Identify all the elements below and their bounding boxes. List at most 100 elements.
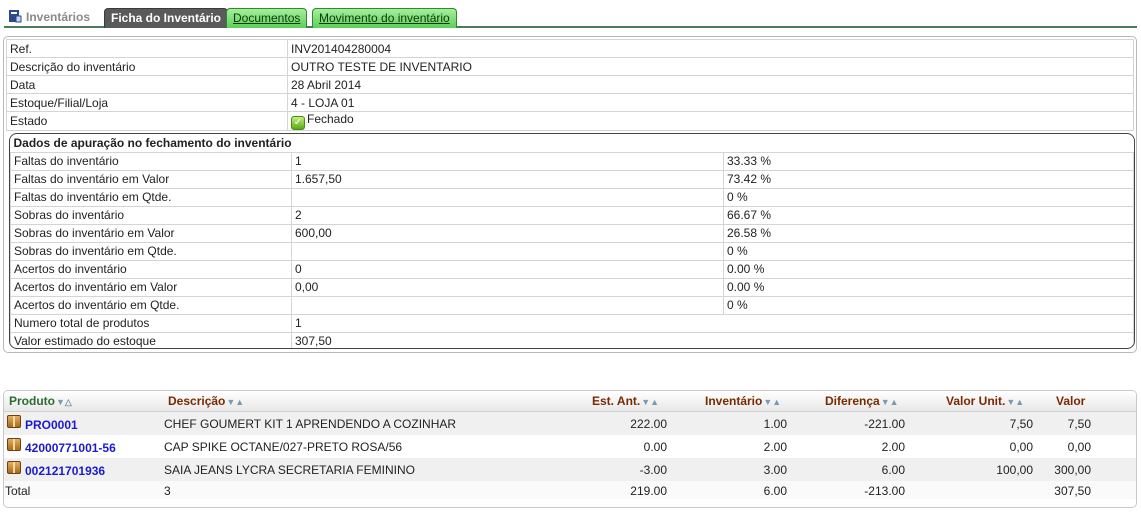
detail-value: ✓ Fechado — [287, 111, 1134, 131]
summary-percent: 0.00 % — [723, 259, 1134, 279]
col-label: Inventário — [705, 394, 763, 408]
product-valor-unit: 7,50 — [1009, 417, 1033, 431]
col-label: Diferença — [825, 394, 880, 408]
summary-row: Acertos do inventário em Qtde. 0 % — [10, 295, 1134, 315]
detail-label: Descrição do inventário — [6, 57, 288, 76]
product-box-icon — [7, 438, 21, 451]
total-valor: 307,50 — [1054, 484, 1091, 498]
sort-icon[interactable]: ▼▲ — [763, 397, 781, 407]
product-inventario: 3.00 — [763, 463, 787, 477]
sort-icon[interactable]: ▼▲ — [641, 397, 659, 407]
products-header: Produto▼△ Descrição▼▲ Est. Ant.▼▲ Invent… — [4, 391, 1136, 412]
product-valor-unit: 100,00 — [996, 463, 1033, 477]
inventory-details-panel: Ref. INV201404280004 Descrição do invent… — [3, 36, 1137, 353]
product-est-ant: 0.00 — [643, 440, 667, 454]
summary-row: Faltas do inventário em Qtde. 0 % — [10, 187, 1134, 207]
summary-value: 2 — [291, 205, 724, 225]
summary-percent: 33.33 % — [723, 151, 1134, 171]
product-code-link[interactable]: 42000771001-56 — [25, 441, 116, 455]
detail-value: INV201404280004 — [287, 39, 1134, 58]
product-code-link[interactable]: PRO0001 — [25, 418, 78, 432]
sort-icon[interactable]: ▼▲ — [226, 397, 244, 407]
summary-label: Sobras do inventário em Valor — [10, 223, 292, 243]
product-valor-unit: 0,00 — [1009, 440, 1033, 454]
summary-value: 600,00 — [291, 223, 724, 243]
tab-movimento[interactable]: Movimento do inventário — [312, 8, 457, 28]
summary-row: Acertos do inventário 0 0.00 % — [10, 259, 1134, 279]
summary-percent: 0 % — [723, 187, 1134, 207]
product-description: SAIA JEANS LYCRA SECRETARIA FEMININO — [164, 463, 415, 477]
summary-value — [291, 241, 724, 261]
summary-value — [291, 187, 724, 207]
details-table: Ref. INV201404280004 Descrição do invent… — [6, 39, 1134, 131]
tab-bar: Inventários Ficha do Inventário Document… — [4, 7, 1137, 28]
col-label: Descrição — [168, 394, 226, 408]
sort-icon[interactable]: ▼▲ — [881, 397, 899, 407]
summary-percent: 0 % — [723, 295, 1134, 315]
product-diferenca: 6.00 — [881, 463, 905, 477]
product-box-icon — [7, 415, 21, 428]
summary-value — [291, 295, 724, 315]
summary-value: 1 — [291, 151, 724, 171]
product-valor: 7,50 — [1067, 417, 1091, 431]
col-header-valor-unit[interactable]: Valor Unit.▼▲ — [946, 394, 1024, 408]
product-est-ant: 222.00 — [630, 417, 667, 431]
sort-icon[interactable]: ▼▲ — [1006, 397, 1024, 407]
summary-row: Acertos do inventário em Valor 0,00 0.00 % — [10, 277, 1134, 297]
tab-ficha[interactable]: Ficha do Inventário — [104, 8, 229, 28]
summary-label: Numero total de produtos — [10, 313, 292, 333]
col-label: Valor Unit. — [946, 394, 1006, 408]
col-label: Est. Ant. — [592, 394, 641, 408]
summary-label: Acertos do inventário — [10, 259, 292, 279]
detail-value: 4 - LOJA 01 — [287, 93, 1134, 112]
col-label: Produto — [9, 394, 55, 408]
summary-label: Sobras do inventário em Qtde. — [10, 241, 292, 261]
summary-value: 0 — [291, 259, 724, 279]
col-header-produto[interactable]: Produto▼△ — [9, 394, 72, 408]
product-inventario: 1.00 — [763, 417, 787, 431]
summary-percent: 26.58 % — [723, 223, 1134, 243]
total-row: Total 3 219.00 6.00 -213.00 307,50 — [4, 481, 1136, 499]
detail-label: Estado — [6, 111, 288, 131]
col-header-diferenca[interactable]: Diferença▼▲ — [825, 394, 899, 408]
summary-value: 0,00 — [291, 277, 724, 297]
product-est-ant: -3.00 — [639, 463, 667, 477]
summary-table: Dados de apuração no fechamento do inven… — [10, 134, 1134, 348]
col-header-est-ant[interactable]: Est. Ant.▼▲ — [592, 394, 659, 408]
detail-value: 28 Abril 2014 — [287, 75, 1134, 94]
summary-percent: 66.67 % — [723, 205, 1134, 225]
product-inventario: 2.00 — [763, 440, 787, 454]
product-code-link[interactable]: 002121701936 — [25, 464, 105, 478]
detail-value: OUTRO TESTE DE INVENTARIO — [287, 57, 1134, 76]
total-inventario: 6.00 — [763, 484, 787, 498]
summary-label: Faltas do inventário em Qtde. — [10, 187, 292, 207]
col-header-valor: Valor — [1056, 394, 1086, 408]
total-est-ant: 219.00 — [630, 484, 667, 498]
tab-inventarios[interactable]: Inventários — [6, 7, 96, 27]
closing-summary-box: Dados de apuração no fechamento do inven… — [9, 133, 1135, 349]
summary-row: Sobras do inventário em Valor 600,00 26.58… — [10, 223, 1134, 243]
products-table: Produto▼△ Descrição▼▲ Est. Ant.▼▲ Invent… — [3, 390, 1137, 508]
tab-inventarios-label: Inventários — [26, 10, 91, 24]
summary-row: Valor estimado do estoque 307,50 — [10, 331, 1134, 348]
product-diferenca: 2.00 — [881, 440, 905, 454]
col-header-inventario[interactable]: Inventário▼▲ — [705, 394, 781, 408]
sort-icon[interactable]: ▼△ — [56, 397, 72, 407]
detail-label: Ref. — [6, 39, 288, 58]
summary-percent: 73.42 % — [723, 169, 1134, 189]
col-header-descricao[interactable]: Descrição▼▲ — [168, 394, 244, 408]
product-row: PRO0001 CHEF GOUMERT KIT 1 APRENDENDO A … — [4, 412, 1136, 435]
summary-percent: 0 % — [723, 241, 1134, 261]
summary-value: 1.657,50 — [291, 169, 724, 189]
summary-percent: 0.00 % — [723, 277, 1134, 297]
product-valor: 0,00 — [1067, 440, 1091, 454]
summary-row: Sobras do inventário em Qtde. 0 % — [10, 241, 1134, 261]
summary-label: Faltas do inventário — [10, 151, 292, 171]
summary-row: Faltas do inventário 1 33.33 % — [10, 151, 1134, 171]
status-text: Fechado — [307, 112, 354, 126]
tab-documentos[interactable]: Documentos — [226, 8, 308, 28]
product-diferenca: -221.00 — [864, 417, 905, 431]
total-label: Total — [5, 484, 31, 498]
summary-label: Valor estimado do estoque — [10, 331, 292, 348]
summary-row: Faltas do inventário em Valor 1.657,50 73.… — [10, 169, 1134, 189]
